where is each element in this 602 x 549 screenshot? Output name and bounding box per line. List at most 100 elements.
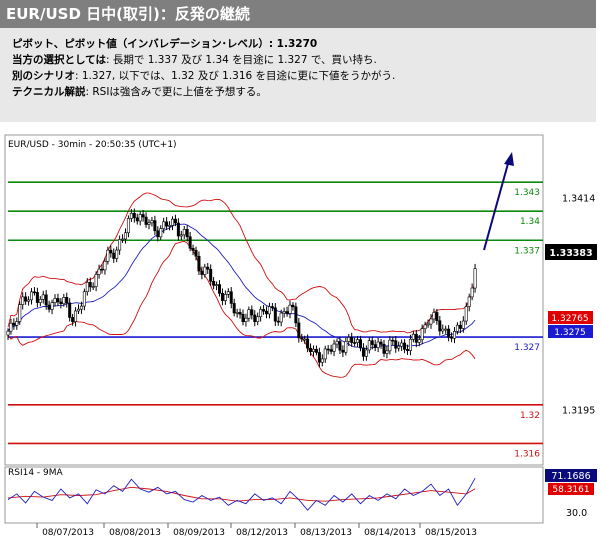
y-tick-label: 1.3414 xyxy=(562,194,595,205)
x-tick-label: 08/12/2013 xyxy=(236,528,288,538)
x-tick-label: 08/08/2013 xyxy=(109,528,161,538)
candle-body xyxy=(238,312,242,315)
candle-body xyxy=(212,281,216,286)
candle-body xyxy=(417,339,421,343)
candle-body xyxy=(82,291,86,307)
candle-body xyxy=(262,309,266,312)
candle-body xyxy=(47,304,51,310)
candle-body xyxy=(88,282,92,288)
candle-body xyxy=(194,250,198,257)
candle-body xyxy=(77,308,81,312)
candle-body xyxy=(24,296,28,302)
technical-text: : RSIは強含みで更に上値を予想する。 xyxy=(85,86,267,98)
candle-body xyxy=(450,336,454,339)
candle-body xyxy=(414,333,418,343)
candle-body xyxy=(223,294,227,301)
candle-body xyxy=(376,341,380,348)
candle-body xyxy=(309,347,313,353)
candle-body xyxy=(347,337,351,342)
candle-body xyxy=(59,301,63,304)
candle-body xyxy=(129,213,133,219)
candle-body xyxy=(356,339,360,343)
candle-body xyxy=(408,338,412,351)
candle-body xyxy=(218,284,222,294)
candle-body xyxy=(232,303,236,314)
chart-title: EUR/USD - 30min - 20:50:35 (UTC+1) xyxy=(8,140,177,150)
candle-body xyxy=(56,298,60,303)
candle-body xyxy=(303,338,307,341)
candle-body xyxy=(391,339,395,342)
candle-body xyxy=(411,333,415,340)
candle-body xyxy=(464,306,468,322)
candle-body xyxy=(124,232,128,240)
rsi-value-label: 71.1686 xyxy=(551,471,590,482)
candle-body xyxy=(215,284,219,286)
candle-body xyxy=(341,349,345,353)
candle-body xyxy=(50,302,54,310)
alt-scenario-text: : 1.327, 以下では、1.32 及び 1.316 を目途に更に下値をうかが… xyxy=(75,70,396,82)
candle-body xyxy=(182,229,186,236)
candle-body xyxy=(176,222,180,237)
candle-body xyxy=(403,342,407,350)
candle-body xyxy=(438,320,442,332)
candle-body xyxy=(470,287,474,298)
analysis-panel: ピボット、ピボット値（インバレデーション･レベル）: 1.3270 当方の選択と… xyxy=(0,28,596,122)
technical-label: テクニカル解説 xyxy=(12,86,86,98)
candle-body xyxy=(18,304,22,322)
x-tick-label: 08/07/2013 xyxy=(42,528,94,538)
x-tick-label: 08/15/2013 xyxy=(425,528,477,538)
choice-label: 当方の選択としては xyxy=(12,54,106,66)
candle-body xyxy=(320,358,324,363)
candle-body xyxy=(62,297,66,304)
alt-scenario-label: 別のシナリオ xyxy=(12,70,75,82)
candle-body xyxy=(306,338,310,349)
candle-body xyxy=(332,343,336,352)
candle-body xyxy=(297,322,301,339)
level-label: 1.34 xyxy=(520,217,540,227)
candle-body xyxy=(150,220,154,224)
candle-body xyxy=(68,302,72,318)
candle-body xyxy=(41,294,45,300)
candle-body xyxy=(188,236,192,249)
candle-body xyxy=(429,318,433,325)
alt-scenario-row: 別のシナリオ: 1.327, 以下では、1.32 及び 1.316 を目途に更に… xyxy=(12,68,596,84)
candle-body xyxy=(353,342,357,344)
candle-body xyxy=(273,307,277,322)
candle-body xyxy=(388,339,392,352)
candle-body xyxy=(126,218,130,234)
candle-body xyxy=(279,312,283,323)
candle-body xyxy=(250,309,254,316)
pivot-tag-label: 1.3275 xyxy=(554,328,586,338)
candle-body xyxy=(209,268,213,282)
candle-body xyxy=(85,282,89,293)
candle-body xyxy=(338,341,342,351)
candle-body xyxy=(121,238,125,241)
candle-body xyxy=(53,298,57,303)
candle-body xyxy=(264,310,268,315)
candle-body xyxy=(71,317,75,322)
candle-body xyxy=(220,292,224,301)
candle-body xyxy=(226,291,230,295)
candle-body xyxy=(335,341,339,345)
candle-body xyxy=(185,229,189,238)
candle-body xyxy=(135,217,139,222)
candle-body xyxy=(323,348,327,360)
candle-body xyxy=(370,340,374,345)
candle-body xyxy=(141,214,145,218)
candle-body xyxy=(241,313,245,323)
candle-body xyxy=(394,340,398,349)
candle-body xyxy=(311,348,315,353)
candle-body xyxy=(444,328,448,331)
level-label: 1.327 xyxy=(514,343,540,353)
candle-body xyxy=(156,230,160,238)
technical-row: テクニカル解説: RSIは強含みで更に上値を予想する。 xyxy=(12,84,596,100)
page-title: EUR/USD 日中(取引)：反発の継続 xyxy=(0,0,596,28)
candle-body xyxy=(364,349,368,357)
candle-body xyxy=(400,342,404,347)
candle-body xyxy=(397,345,401,349)
candle-body xyxy=(373,344,377,348)
candle-body xyxy=(29,291,33,301)
candle-body xyxy=(420,328,424,341)
candle-body xyxy=(203,266,207,275)
candle-body xyxy=(461,320,465,329)
